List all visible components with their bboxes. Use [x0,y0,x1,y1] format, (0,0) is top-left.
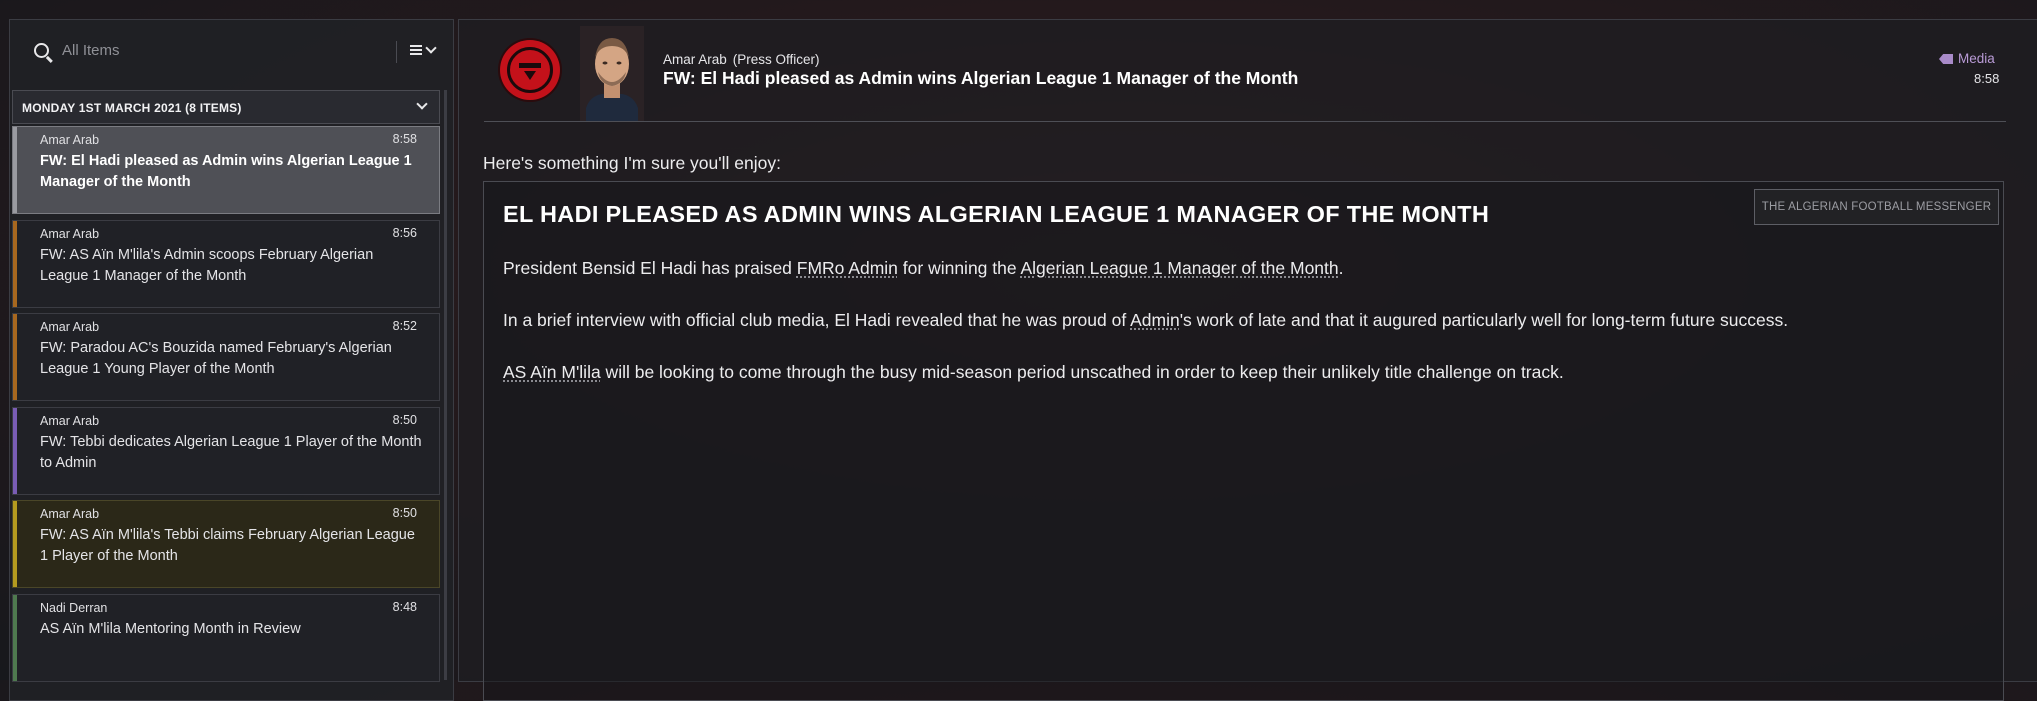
item-subject: AS Aïn M'lila Mentoring Month in Review [40,621,301,637]
message-intro: Here's something I'm sure you'll enjoy: [483,153,781,173]
text-run: In a brief interview with official club … [503,310,1131,330]
manager-link[interactable]: FMRo Admin [797,258,898,278]
inbox-scrollbar[interactable] [444,90,447,680]
date-group-title: MONDAY 1ST MARCH 2021 (8 ITEMS) [22,101,242,115]
award-link[interactable]: Algerian League 1 Manager of the Month [1021,258,1339,278]
item-time: 8:52 [392,319,417,333]
search-bar [12,19,437,65]
item-time: 8:50 [392,506,417,520]
text-run: will be looking to come through the busy… [600,362,1564,382]
article-source-label: THE ALGERIAN FOOTBALL MESSENGER [1761,201,1992,213]
item-subject: FW: AS Aïn M'lila's Admin scoops Februar… [40,247,374,284]
chevron-down-icon [425,42,437,54]
club-badge-icon[interactable] [500,40,560,100]
item-accent [13,127,17,213]
inbox-item[interactable]: Amar Arab 8:56 FW: AS Aïn M'lila's Admin… [12,220,440,308]
item-sender: Nadi Derran [40,601,108,615]
item-time: 8:56 [392,226,417,240]
item-subject: FW: AS Aïn M'lila's Tebbi claims Februar… [40,527,415,564]
item-sender: Amar Arab [40,507,100,521]
inbox-item[interactable]: Amar Arab 8:50 FW: AS Aïn M'lila's Tebbi… [12,500,440,588]
manager-link[interactable]: Admin [1130,310,1180,330]
article-paragraph: AS Aïn M'lila will be looking to come th… [503,362,1564,383]
tag-icon [1939,54,1953,64]
news-article: EL HADI PLEASED AS ADMIN WINS ALGERIAN L… [483,181,2004,701]
media-tag-label: Media [1958,51,1995,66]
chevron-down-icon [416,98,428,110]
message-sender: Amar Arab (Press Officer) [663,52,820,67]
inbox-item[interactable]: Amar Arab 8:50 FW: Tebbi dedicates Alger… [12,407,440,495]
club-link[interactable]: AS Aïn M'lila [503,362,601,382]
text-run: President Bensid El Hadi has praised [503,258,797,278]
item-subject: FW: El Hadi pleased as Admin wins Algeri… [40,153,412,190]
media-tag[interactable]: Media [1939,51,1995,66]
article-source: THE ALGERIAN FOOTBALL MESSENGER [1754,189,1999,225]
article-headline: EL HADI PLEASED AS ADMIN WINS ALGERIAN L… [503,201,1490,227]
item-accent [13,314,17,400]
item-sender: Amar Arab [40,320,100,334]
item-time: 8:48 [392,600,417,614]
text-run: . [1338,258,1344,278]
message-subject: FW: El Hadi pleased as Admin wins Algeri… [663,68,1299,88]
item-subject: FW: Tebbi dedicates Algerian League 1 Pl… [40,434,422,471]
date-group-header[interactable]: MONDAY 1ST MARCH 2021 (8 ITEMS) [12,90,440,124]
search-divider [396,41,397,63]
text-run: for winning the [897,258,1021,278]
list-menu-icon[interactable] [410,42,442,59]
item-sender: Amar Arab [40,133,100,147]
sender-avatar[interactable] [580,26,644,121]
item-accent [13,221,17,307]
header-divider [484,121,2006,122]
item-sender: Amar Arab [40,227,100,241]
item-sender: Amar Arab [40,414,100,428]
item-time: 8:58 [392,132,417,146]
article-paragraph: In a brief interview with official club … [503,310,1788,331]
sender-name[interactable]: Amar Arab [663,52,727,67]
search-input[interactable] [62,38,392,62]
search-icon [34,43,49,58]
item-accent [13,595,17,681]
item-accent [13,501,17,587]
inbox-item[interactable]: Amar Arab 8:58 FW: El Hadi pleased as Ad… [12,126,440,214]
message-time: 8:58 [1974,71,2000,86]
item-accent [13,408,17,494]
item-time: 8:50 [392,413,417,427]
inbox-item[interactable]: Nadi Derran 8:48 AS Aïn M'lila Mentoring… [12,594,440,682]
item-subject: FW: Paradou AC's Bouzida named February'… [40,340,392,377]
sender-role: (Press Officer) [732,52,820,67]
inbox-item[interactable]: Amar Arab 8:52 FW: Paradou AC's Bouzida … [12,313,440,401]
article-paragraph: President Bensid El Hadi has praised FMR… [503,258,1344,279]
text-run: 's work of late and that it augured part… [1179,310,1789,330]
